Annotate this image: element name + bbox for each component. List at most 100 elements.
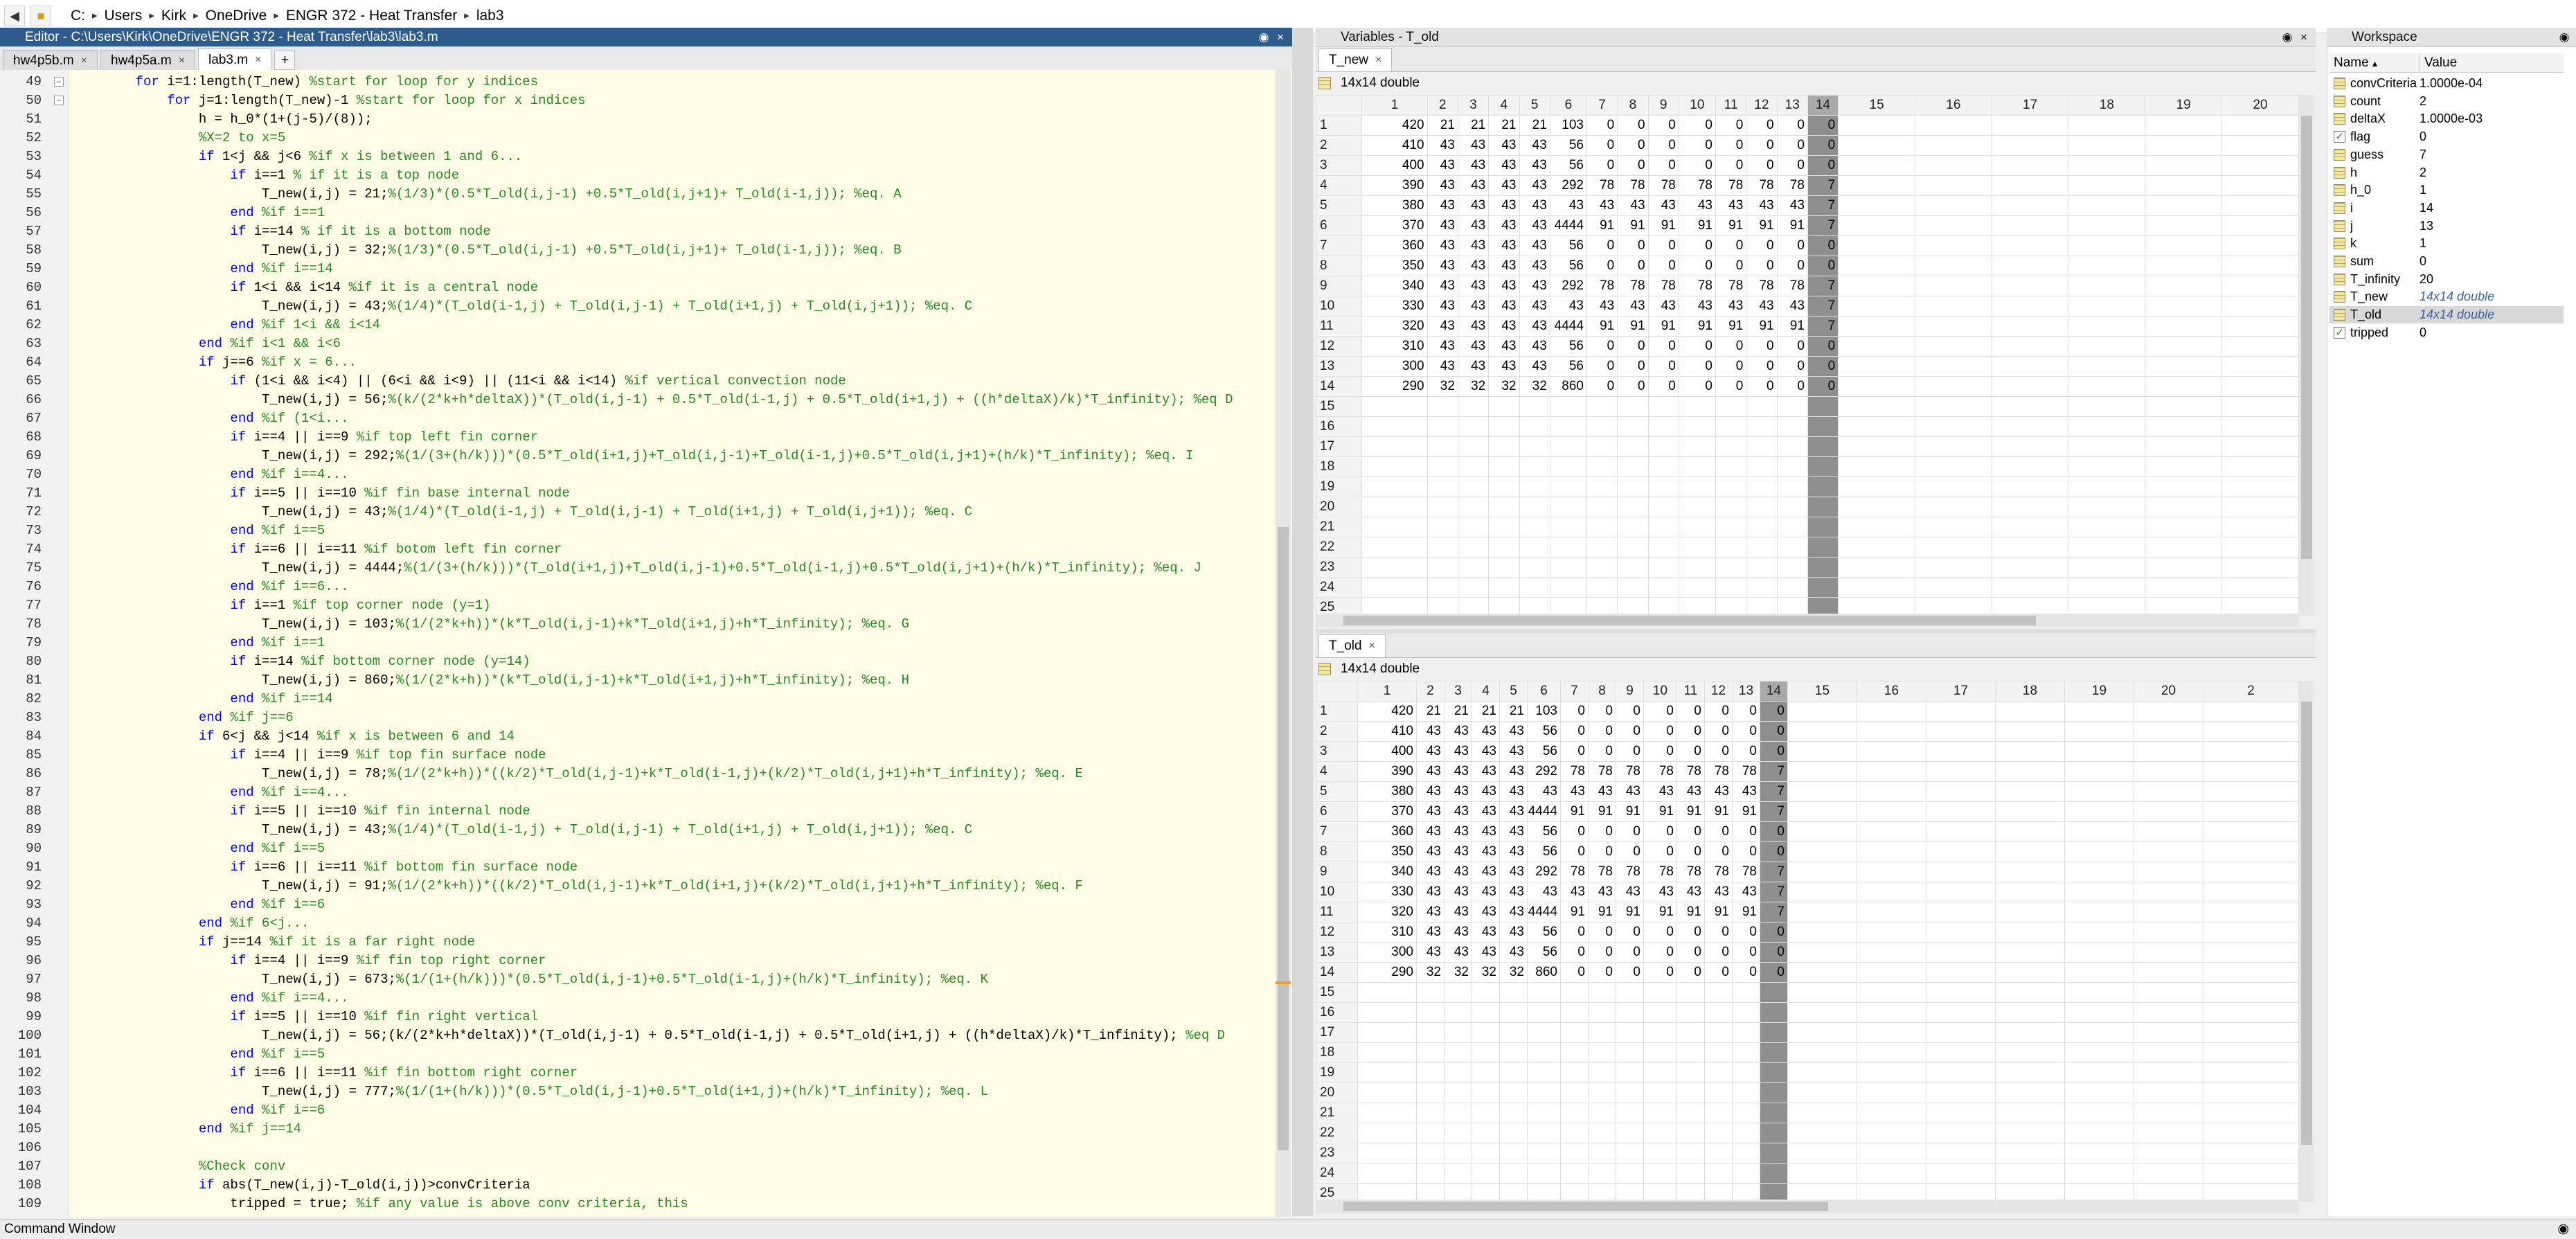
grid-cell[interactable]: 43	[1472, 821, 1500, 842]
grid-cell[interactable]: 56	[1527, 721, 1561, 742]
grid-cell[interactable]	[1519, 476, 1550, 497]
grid-cell[interactable]: 43	[1416, 801, 1444, 822]
breadcrumb-separator-icon[interactable]: ▸	[271, 6, 282, 26]
grid-cell[interactable]: 390	[1357, 761, 1417, 782]
grid-cell[interactable]: 78	[1643, 862, 1677, 882]
grid-cell[interactable]	[1926, 1082, 1996, 1103]
grid-cell[interactable]	[1643, 1163, 1677, 1184]
grid-cell[interactable]	[1787, 1002, 1857, 1023]
grid-cell[interactable]	[1787, 922, 1857, 943]
grid-cell[interactable]	[1472, 1062, 1500, 1083]
grid-cell[interactable]	[1746, 577, 1778, 598]
grid-cell[interactable]	[1444, 1042, 1472, 1063]
grid-cell[interactable]	[2145, 235, 2223, 256]
grid-cell[interactable]	[1838, 276, 1915, 296]
close-tab-icon[interactable]: ×	[1375, 50, 1381, 71]
grid-cell[interactable]	[1527, 1002, 1561, 1023]
grid-cell[interactable]: 292	[1527, 761, 1561, 782]
grid-cell[interactable]	[1488, 517, 1520, 537]
grid-cell[interactable]	[1914, 215, 1992, 236]
grid-cell[interactable]	[2145, 115, 2223, 136]
grid-cell[interactable]: 43	[1444, 902, 1472, 922]
grid-cell[interactable]	[1616, 1123, 1644, 1143]
grid-cell[interactable]: 370	[1361, 215, 1428, 236]
code-line[interactable]: 75 T_new(i,j) = 4444;%(1/(3+(h/k)))*(T_o…	[0, 559, 1274, 578]
grid-cell[interactable]	[1991, 215, 2069, 236]
grid-cell[interactable]	[1838, 296, 1915, 317]
grid-cell[interactable]	[1444, 1123, 1472, 1143]
grid-cell[interactable]	[2145, 316, 2223, 337]
code-line[interactable]: 64 if j==6 %if x = 6...	[0, 353, 1274, 372]
grid-cell[interactable]: 43	[1426, 215, 1458, 236]
grid-cell[interactable]: 91	[1776, 215, 1808, 236]
grid-cell[interactable]	[1416, 1143, 1444, 1164]
grid-cell[interactable]: 7	[1807, 215, 1839, 236]
grid-cell[interactable]: 420	[1361, 115, 1428, 136]
grid-cell[interactable]: 7	[1760, 862, 1788, 882]
code-line[interactable]: 84 if 6<j && j<14 %if x is between 6 and…	[0, 727, 1274, 746]
grid-cell[interactable]	[2203, 962, 2299, 983]
row-header[interactable]: 13	[1315, 356, 1363, 377]
grid-cell[interactable]	[1704, 1143, 1733, 1164]
grid-cell[interactable]	[1776, 396, 1808, 417]
grid-cell[interactable]: 43	[1416, 922, 1444, 943]
grid-cell[interactable]	[1361, 436, 1428, 457]
grid-cell[interactable]	[1838, 396, 1915, 417]
breadcrumb-separator-icon[interactable]: ▸	[190, 6, 202, 26]
grid-cell[interactable]: 350	[1361, 256, 1428, 276]
breadcrumb-separator-icon[interactable]: ▸	[89, 6, 100, 26]
grid-cell[interactable]: 43	[1704, 882, 1733, 902]
grid-cell[interactable]	[1527, 1022, 1561, 1043]
grid-cell[interactable]: 56	[1549, 235, 1587, 256]
grid-cell[interactable]: 410	[1357, 721, 1417, 742]
row-header[interactable]: 11	[1316, 902, 1358, 922]
code-line[interactable]: 102 if i==6 || i==11 %if fin bottom righ…	[0, 1064, 1274, 1082]
grid-cell[interactable]	[1715, 577, 1747, 598]
code-line[interactable]: 79 end %if i==1	[0, 634, 1274, 652]
row-header[interactable]: 11	[1315, 316, 1363, 337]
grid-cell[interactable]: 0	[1704, 741, 1733, 762]
grid-cell[interactable]	[2068, 276, 2146, 296]
column-header[interactable]: 18	[1995, 681, 2065, 702]
grid-cell[interactable]	[1914, 557, 1992, 578]
grid-cell[interactable]	[1444, 1143, 1472, 1164]
grid-cell[interactable]	[2145, 416, 2223, 437]
grid-cell[interactable]: 43	[1472, 761, 1500, 782]
grid-cell[interactable]	[1704, 1042, 1733, 1063]
grid-cell[interactable]	[2203, 701, 2299, 722]
grid-cell[interactable]: 43	[1444, 741, 1472, 762]
grid-cell[interactable]: 0	[1746, 135, 1778, 156]
grid-cell[interactable]: 43	[1444, 922, 1472, 943]
grid-cell[interactable]	[1676, 1103, 1705, 1123]
grid-cell[interactable]	[1586, 396, 1618, 417]
column-header[interactable]: 3	[1444, 681, 1472, 702]
grid-cell[interactable]: 380	[1361, 195, 1428, 216]
grid-cell[interactable]	[1472, 1103, 1500, 1123]
grid-cell[interactable]	[1991, 416, 2069, 437]
command-window-menu-icon[interactable]: ◉	[2557, 1220, 2569, 1239]
grid-cell[interactable]: 0	[1704, 922, 1733, 943]
grid-cell[interactable]	[1995, 781, 2065, 802]
grid-cell[interactable]: 91	[1560, 801, 1589, 822]
row-header[interactable]: 3	[1316, 741, 1358, 762]
grid-cell[interactable]	[1787, 962, 1857, 983]
grid-cell[interactable]	[2064, 741, 2134, 762]
grid-cell[interactable]: 0	[1676, 841, 1705, 862]
grid-cell[interactable]	[1560, 1022, 1589, 1043]
code-line[interactable]: 80 if i==14 %if bottom corner node (y=14…	[0, 652, 1274, 671]
row-header[interactable]: 7	[1316, 821, 1358, 842]
grid-cell[interactable]	[1549, 476, 1587, 497]
row-header[interactable]: 10	[1315, 296, 1363, 317]
grid-cell[interactable]	[1617, 497, 1649, 517]
grid-cell[interactable]: 0	[1678, 135, 1717, 156]
column-header[interactable]: 15	[1838, 95, 1915, 116]
workspace-var-deltax[interactable]: deltaX 1.0000e-03	[2329, 110, 2564, 127]
grid-cell[interactable]	[2203, 982, 2299, 1003]
grid-cell[interactable]: 0	[1586, 235, 1618, 256]
grid-cell[interactable]: 340	[1361, 276, 1428, 296]
grid-cell[interactable]	[1715, 396, 1747, 417]
grid-cell[interactable]	[1499, 982, 1528, 1003]
grid-cell[interactable]	[1457, 416, 1490, 437]
grid-cell[interactable]	[1588, 1022, 1616, 1043]
grid-cell[interactable]	[1926, 1042, 1996, 1063]
